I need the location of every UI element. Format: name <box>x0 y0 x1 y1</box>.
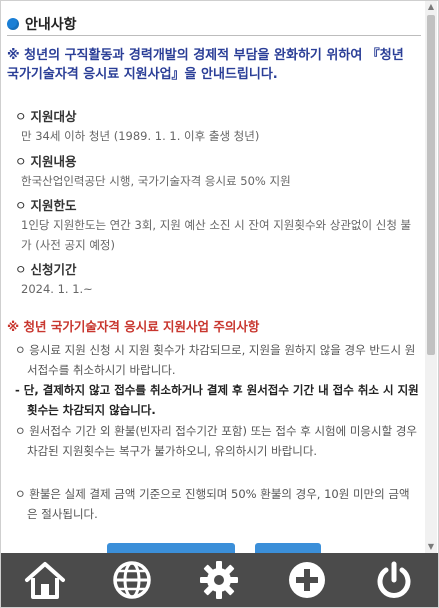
section-support: 지원내용 한국산업인력공단 시행, 국가기술자격 응시료 50% 지원 <box>15 153 419 191</box>
notice-text: ※ 청년의 구직활동과 경력개발의 경제적 부담을 완화하기 위하여 『청년 국… <box>7 48 404 82</box>
section-limit: 지원한도 1인당 지원한도는 연간 3회, 지원 예산 소진 시 잔여 지원횟수… <box>15 197 419 255</box>
page-title: 안내사항 <box>25 17 77 33</box>
nav-settings-button[interactable] <box>189 553 249 607</box>
caution-item: ㅇ 원서접수 기간 외 환불(빈자리 접수기간 포함) 또는 접수 후 시험에 … <box>15 421 419 461</box>
bottom-nav-bar <box>1 553 438 607</box>
nav-globe-button[interactable] <box>102 553 162 607</box>
scroll-down-arrow-icon[interactable]: ▼ <box>425 541 437 553</box>
caution-item-text: ㅇ 환불은 실제 결제 금액 기준으로 진행되며 50% 환불의 경우, 10원… <box>15 487 410 521</box>
home-icon <box>24 562 65 599</box>
section-body: 1인당 지원한도는 연간 3회, 지원 예산 소진 시 잔여 지원횟수와 상관없… <box>21 218 412 252</box>
section-period: 신청기간 2024. 1. 1.~ <box>15 261 419 299</box>
nav-home-button[interactable] <box>15 553 75 607</box>
section-body: 만 34세 이하 청년 (1989. 1. 1. 이후 출생 청년) <box>21 129 260 143</box>
caution-item-text: ㅇ 응시료 지원 신청 시 지원 횟수가 차감되므로, 지원을 원하지 않을 경… <box>15 343 416 377</box>
content-area: 안내사항 ※ 청년의 구직활동과 경력개발의 경제적 부담을 완화하기 위하여 … <box>3 1 423 553</box>
section-title: 신청기간 <box>15 261 419 279</box>
caution-item: ㅇ 응시료 지원 신청 시 지원 횟수가 차감되므로, 지원을 원하지 않을 경… <box>15 340 419 420</box>
bullet-dot-icon <box>7 18 19 30</box>
section-title: 지원한도 <box>15 197 419 215</box>
caution-title: ※ 청년 국가기술자격 응시료 지원사업 주의사항 <box>7 319 260 334</box>
section-body: 2024. 1. 1.~ <box>21 282 93 296</box>
header-divider <box>7 35 421 36</box>
plus-icon <box>288 562 325 598</box>
caution-note: - 단, 결제하지 않고 접수를 취소하거나 결제 후 원서접수 기간 내 접수… <box>15 383 419 417</box>
section-title: 지원내용 <box>15 153 419 171</box>
caution-item-text: ㅇ 원서접수 기간 외 환불(빈자리 접수기간 포함) 또는 접수 후 시험에 … <box>15 424 417 458</box>
nav-power-button[interactable] <box>364 553 424 607</box>
gear-icon <box>200 561 239 599</box>
section-header: 안내사항 <box>7 14 77 34</box>
nav-add-button[interactable] <box>277 553 337 607</box>
section-title: 지원대상 <box>15 108 419 126</box>
secondary-action-button[interactable] <box>255 543 321 553</box>
scroll-up-arrow-icon[interactable]: ▲ <box>425 1 437 13</box>
scrollbar[interactable]: ▲ ▼ <box>425 1 437 553</box>
primary-action-button[interactable] <box>107 543 235 553</box>
app-frame: 안내사항 ※ 청년의 구직활동과 경력개발의 경제적 부담을 완화하기 위하여 … <box>0 0 439 608</box>
section-eligibility: 지원대상 만 34세 이하 청년 (1989. 1. 1. 이후 출생 청년) <box>15 108 419 146</box>
scroll-thumb[interactable] <box>427 15 435 355</box>
section-body: 한국산업인력공단 시행, 국가기술자격 응시료 50% 지원 <box>21 174 291 188</box>
power-icon <box>377 561 411 598</box>
globe-icon <box>113 561 151 599</box>
caution-item: ㅇ 환불은 실제 결제 금액 기준으로 진행되며 50% 환불의 경우, 10원… <box>15 484 419 524</box>
